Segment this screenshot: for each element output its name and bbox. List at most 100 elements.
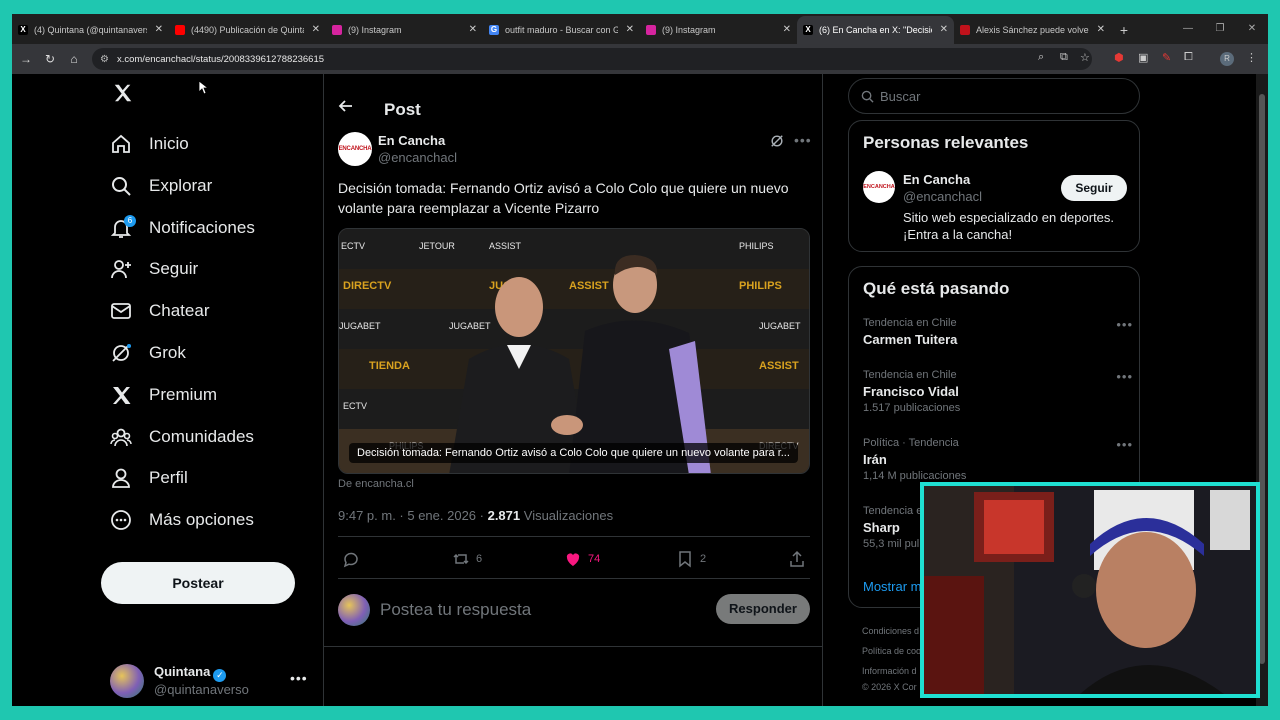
trend-context: Tendencia en Chile [863, 317, 957, 329]
nav-item-seguir[interactable]: Seguir [110, 255, 198, 283]
install-icon[interactable]: ⧉ [1060, 51, 1068, 64]
tab-title: (4) Quintana (@quintanaverso) / X [34, 25, 147, 35]
reply-icon [342, 550, 360, 568]
extension-icon[interactable]: ▣ [1138, 51, 1148, 64]
relevant-handle[interactable]: @encanchacl [903, 189, 982, 204]
close-tab-icon[interactable]: ✕ [155, 24, 163, 35]
bookmark-action[interactable]: 2 [676, 550, 706, 568]
grok-explain-icon[interactable] [770, 134, 784, 153]
svg-text:ASSIST: ASSIST [569, 280, 609, 292]
browser-menu-icon[interactable]: ⋮ [1246, 51, 1257, 64]
heart-filled-icon [564, 550, 582, 568]
extension-icon[interactable]: ⬢ [1114, 51, 1124, 64]
divider [338, 578, 810, 579]
nav-item-inicio[interactable]: Inicio [110, 130, 189, 158]
bell-icon: 6 [110, 214, 136, 239]
site-settings-icon[interactable]: ⚙ [100, 54, 109, 65]
repost-count: 6 [476, 553, 483, 565]
post-button[interactable]: Postear [101, 562, 295, 604]
profile-icon [110, 467, 132, 489]
like-action[interactable]: 74 [564, 550, 600, 568]
address-bar[interactable]: ⚙ x.com/encanchacl/status/20083396127882… [92, 48, 1092, 70]
author-avatar[interactable]: ENCANCHA [338, 132, 372, 166]
trend-item[interactable]: Política · Tendencia Irán 1,14 M publicaci… [863, 437, 1133, 487]
browser-tab[interactable]: (9) Instagram ✕ [640, 16, 797, 44]
svg-text:PHILIPS: PHILIPS [739, 280, 782, 292]
svg-text:DIRECTV: DIRECTV [343, 280, 392, 292]
zoom-icon[interactable]: ⌕ [1038, 51, 1044, 64]
search-input[interactable]: Buscar [848, 78, 1140, 114]
close-tab-icon[interactable]: ✕ [312, 24, 320, 35]
trends-title: Qué está pasando [863, 279, 1010, 298]
reply-action[interactable] [342, 550, 366, 568]
nav-item-premium[interactable]: Premium [110, 381, 217, 409]
trend-item[interactable]: Tendencia en Chile Carmen Tuitera ••• [863, 317, 1133, 367]
browser-tab[interactable]: (4490) Publicación de Quintana ✕ [169, 16, 326, 44]
puzzle-icon[interactable]: ⧠ [1184, 51, 1193, 64]
nav-item-perfil[interactable]: Perfil [110, 464, 188, 492]
svg-text:PHILIPS: PHILIPS [739, 241, 774, 251]
restore-icon[interactable]: ❐ [1204, 14, 1236, 44]
more-dots-icon[interactable]: ••• [1116, 317, 1133, 332]
close-tab-icon[interactable]: ✕ [783, 24, 791, 35]
home-button-icon[interactable]: ⌂ [62, 52, 86, 66]
footer-link[interactable]: Condiciones d [862, 626, 919, 636]
browser-tab[interactable]: X (4) Quintana (@quintanaverso) / X ✕ [12, 16, 169, 44]
media-source[interactable]: De encancha.cl [338, 478, 414, 490]
more-dots-icon[interactable]: ••• [794, 132, 812, 148]
bookmark-star-icon[interactable]: ☆ [1080, 51, 1090, 64]
follow-button[interactable]: Seguir [1061, 175, 1127, 201]
close-tab-icon[interactable]: ✕ [469, 24, 477, 35]
post-media-card[interactable]: DIRECTVJUGAASSIST PHILIPSTIENDAASSIST EC… [338, 228, 810, 474]
close-window-icon[interactable]: ✕ [1236, 14, 1268, 44]
repost-action[interactable]: 6 [452, 550, 482, 568]
trend-item[interactable]: Tendencia en Chile Francisco Vidal 1.517 p… [863, 369, 1133, 419]
nav-item-chatear[interactable]: Chatear [110, 297, 209, 325]
nav-item-explorar[interactable]: Explorar [110, 172, 212, 200]
extension-icon[interactable]: ✎ [1162, 51, 1171, 64]
close-tab-icon[interactable]: ✕ [1097, 24, 1105, 35]
more-dots-icon[interactable]: ••• [290, 670, 308, 686]
browser-tab[interactable]: Alexis Sánchez puede volver a Sudamérica… [954, 16, 1111, 44]
footer-link[interactable]: Información d [862, 666, 917, 676]
browser-tab[interactable]: (9) Instagram ✕ [326, 16, 483, 44]
reload-icon[interactable]: ↻ [38, 52, 62, 66]
new-tab-button[interactable]: + [1111, 16, 1137, 44]
author-name[interactable]: En Cancha [378, 133, 445, 148]
reply-input[interactable]: Postea tu respuesta [380, 600, 531, 620]
youtube-icon [175, 25, 185, 35]
avatar[interactable]: ENCANCHA [863, 171, 895, 203]
close-tab-icon[interactable]: ✕ [940, 24, 948, 35]
left-navigation: Inicio Explorar 6 Notificaciones Seguir Chate… [100, 74, 320, 706]
nav-item-m-s-opciones[interactable]: Más opciones [110, 506, 254, 534]
account-handle: @quintanaverso [154, 682, 249, 697]
relevant-name[interactable]: En Cancha [903, 172, 970, 187]
svg-text:ASSIST: ASSIST [759, 360, 799, 372]
footer-link[interactable]: Política de coo [862, 646, 921, 656]
back-arrow-icon[interactable]: → [14, 52, 38, 66]
more-dots-icon[interactable]: ••• [1116, 437, 1133, 452]
back-arrow-icon[interactable] [338, 98, 354, 119]
show-more-link[interactable]: Mostrar m [863, 579, 922, 594]
avatar [338, 594, 370, 626]
nav-item-comunidades[interactable]: Comunidades [110, 423, 254, 451]
reply-button[interactable]: Responder [716, 594, 810, 624]
x-logo-icon[interactable] [112, 82, 134, 104]
nav-item-label: Seguir [149, 259, 199, 279]
minimize-icon[interactable]: — [1172, 14, 1204, 44]
nav-item-notificaciones[interactable]: 6 Notificaciones [110, 214, 255, 242]
share-action[interactable] [788, 550, 812, 568]
account-switcher[interactable]: Quintana ✓ @quintanaverso ••• [110, 660, 310, 700]
browser-tab[interactable]: Goutfit maduro - Buscar con Google ✕ [483, 16, 640, 44]
more-dots-icon[interactable]: ••• [1116, 369, 1133, 384]
browser-tab[interactable]: X (6) En Cancha en X: "Decisión tomada ✕ [797, 16, 954, 44]
tab-title: (6) En Cancha en X: "Decisión tomada [819, 25, 932, 35]
author-handle[interactable]: @encanchacl [378, 150, 457, 165]
webcam-overlay [920, 482, 1260, 698]
nav-item-grok[interactable]: Grok [110, 339, 186, 367]
browser-toolbar: → ↻ ⌂ ⚙ x.com/encanchacl/status/20083396… [12, 44, 1268, 74]
close-tab-icon[interactable]: ✕ [626, 24, 634, 35]
tab-title: outfit maduro - Buscar con Google [505, 25, 618, 35]
profile-avatar-icon[interactable]: R [1220, 52, 1234, 66]
news-icon [960, 25, 970, 35]
